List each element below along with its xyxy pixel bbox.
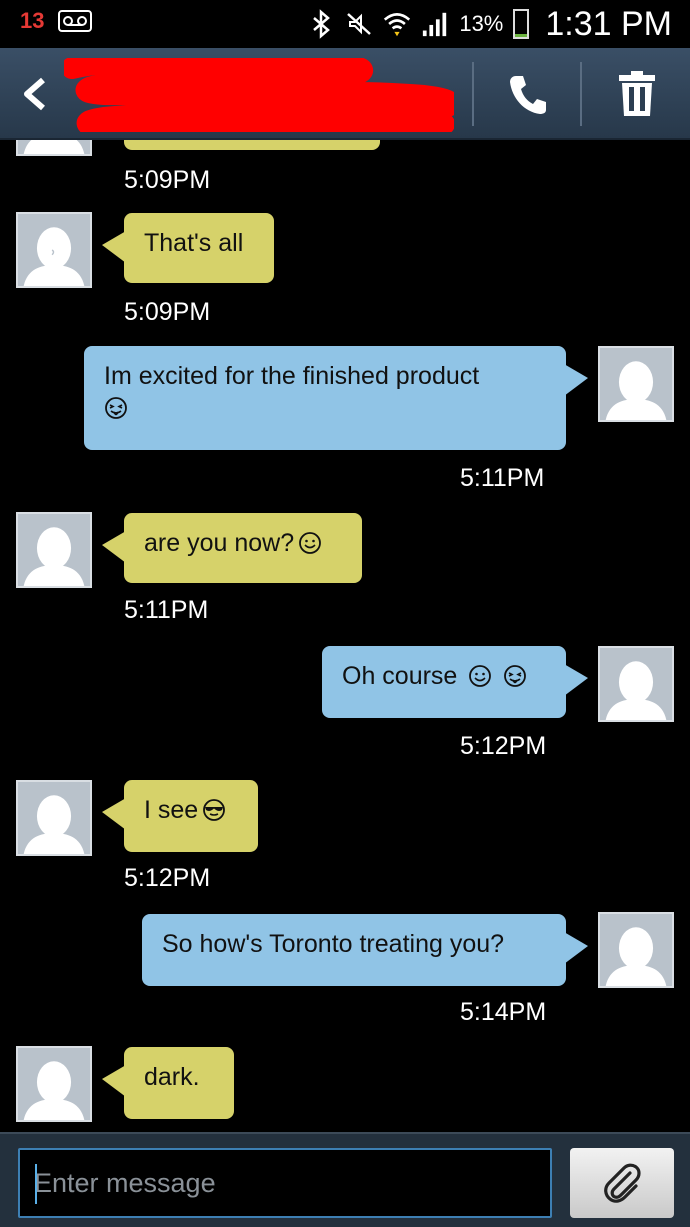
battery-level bbox=[515, 33, 528, 37]
contact-avatar[interactable] bbox=[16, 1046, 92, 1122]
contact-avatar[interactable] bbox=[16, 212, 92, 288]
message-timestamp: 5:09PM bbox=[124, 166, 211, 194]
message-bubble-incoming[interactable] bbox=[124, 140, 380, 150]
message-timestamp: 5:14PM bbox=[460, 998, 547, 1026]
header-divider bbox=[472, 62, 474, 126]
voicemail-icon bbox=[58, 10, 93, 32]
message-bubble-incoming[interactable]: are you now? bbox=[102, 513, 362, 583]
redaction-scribble bbox=[64, 58, 454, 132]
missed-call-count: 13 bbox=[20, 8, 45, 33]
delete-button[interactable] bbox=[584, 56, 690, 132]
message-timestamp: 5:11PM bbox=[124, 596, 209, 624]
header-divider bbox=[580, 62, 582, 126]
contact-avatar[interactable] bbox=[16, 780, 92, 856]
back-icon bbox=[24, 77, 45, 111]
message-timestamp: 5:09PM bbox=[124, 298, 211, 326]
message-bubble-incoming[interactable]: I see bbox=[102, 780, 258, 852]
message-input-field[interactable] bbox=[20, 1150, 550, 1216]
trash-icon bbox=[619, 71, 655, 116]
clock: 1:31 PM bbox=[545, 4, 672, 43]
smile-emoji bbox=[299, 532, 322, 554]
my-avatar[interactable] bbox=[598, 646, 674, 722]
sunglasses-emoji bbox=[203, 799, 226, 821]
conversation-header bbox=[0, 48, 690, 140]
message-text: Im excited for the finished product bbox=[104, 362, 480, 390]
message-timestamp: 5:11PM bbox=[460, 464, 545, 492]
phone-icon bbox=[510, 76, 546, 114]
signal-icon bbox=[423, 12, 447, 37]
attach-button[interactable] bbox=[570, 1148, 674, 1218]
message-timestamp: 5:12PM bbox=[124, 864, 211, 892]
message-bubble-outgoing[interactable]: Im excited for the finished product bbox=[84, 346, 588, 450]
text-cursor bbox=[35, 1164, 37, 1204]
contact-avatar[interactable] bbox=[16, 140, 92, 156]
battery-percent: 13% bbox=[459, 11, 504, 36]
message-text: dark. bbox=[144, 1063, 200, 1091]
message-text: That's all bbox=[144, 229, 244, 257]
bluetooth-icon bbox=[313, 9, 331, 39]
contact-name[interactable] bbox=[64, 58, 454, 132]
status-bar: 13 13% 1:31 PM bbox=[0, 0, 690, 48]
message-bubble-outgoing[interactable]: Oh course bbox=[322, 646, 588, 718]
message-bubble-incoming[interactable]: That's all bbox=[102, 213, 274, 283]
message-input[interactable] bbox=[18, 1148, 552, 1218]
smile-emoji bbox=[469, 665, 492, 687]
composer-bar bbox=[0, 1132, 690, 1227]
my-avatar[interactable] bbox=[598, 912, 674, 988]
message-text: So how's Toronto treating you? bbox=[162, 930, 505, 958]
tongue-wink-emoji bbox=[105, 397, 127, 419]
message-bubble-incoming[interactable]: dark. bbox=[102, 1047, 234, 1119]
message-timestamp: 5:12PM bbox=[460, 732, 547, 760]
mute-icon bbox=[347, 13, 372, 35]
message-bubble-outgoing[interactable]: So how's Toronto treating you? bbox=[142, 914, 588, 986]
my-avatar[interactable] bbox=[598, 346, 674, 422]
tongue-wink-emoji bbox=[504, 665, 527, 687]
contact-avatar[interactable] bbox=[16, 512, 92, 588]
message-list[interactable]: 5:09PM That's all 5:09PM Im excited for … bbox=[0, 140, 690, 1132]
paperclip-icon bbox=[604, 1163, 641, 1203]
back-button[interactable] bbox=[10, 66, 58, 122]
message-text: Oh course bbox=[342, 662, 458, 690]
wifi-icon bbox=[384, 13, 411, 37]
message-text: I see bbox=[144, 796, 199, 824]
message-text: are you now? bbox=[144, 529, 295, 557]
battery-icon bbox=[513, 9, 530, 39]
call-button[interactable] bbox=[476, 56, 580, 132]
